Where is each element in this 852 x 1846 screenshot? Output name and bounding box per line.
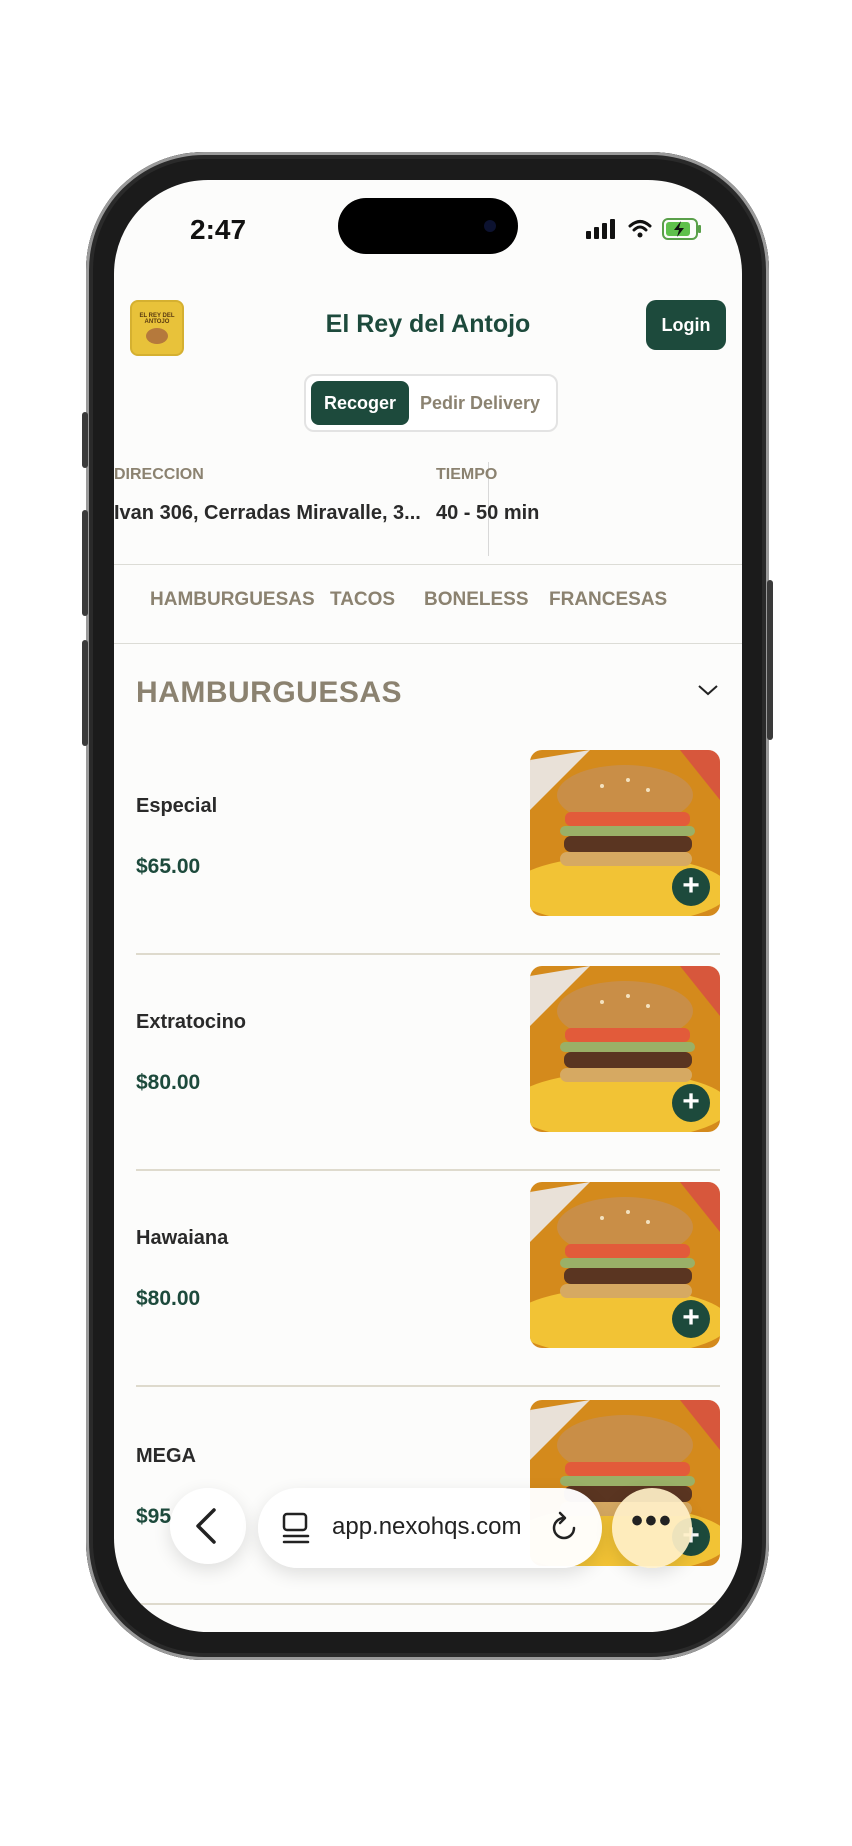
- power-button: [767, 580, 773, 740]
- category-tabs: HAMBURGUESAS TACOS BONELESS FRANCESAS: [114, 564, 742, 644]
- chevron-down-icon[interactable]: [696, 678, 720, 702]
- mode-option-delivery[interactable]: Pedir Delivery: [410, 381, 550, 425]
- address-value[interactable]: Ivan 306, Cerradas Miravalle, 3...: [114, 502, 421, 525]
- item-price: $65.00: [136, 855, 201, 878]
- wifi-icon: [628, 220, 652, 238]
- tab-boneless[interactable]: BONELESS: [424, 589, 529, 611]
- app-header: EL REY DEL ANTOJO El Rey del Antojo Logi…: [114, 300, 742, 360]
- item-name: MEGA: [136, 1445, 196, 1467]
- status-time: 2:47: [190, 214, 247, 245]
- item-divider: [136, 1385, 720, 1387]
- item-price: $80.00: [136, 1071, 201, 1094]
- item-name: Hawaiana: [136, 1227, 229, 1249]
- battery-icon: [662, 218, 701, 240]
- url-text: app.nexohqs.com: [332, 1513, 522, 1540]
- tab-tacos[interactable]: TACOS: [330, 589, 395, 611]
- menu-item[interactable]: Especial $65.00 +: [136, 750, 720, 965]
- item-divider: [136, 1603, 720, 1605]
- add-to-cart-button[interactable]: +: [672, 868, 710, 906]
- browser-address-bar[interactable]: app.nexohqs.com: [258, 1488, 602, 1568]
- signal-icon: [586, 219, 615, 239]
- volume-down-button: [82, 640, 88, 746]
- tab-overview-icon[interactable]: [278, 1510, 314, 1546]
- item-price: $95: [136, 1505, 172, 1528]
- item-name: Especial: [136, 795, 218, 817]
- order-mode-toggle: Recoger Pedir Delivery: [304, 374, 558, 432]
- time-label: TIEMPO: [436, 466, 498, 483]
- address-label: DIRECCION: [114, 466, 204, 483]
- chevron-left-icon: [196, 1508, 216, 1544]
- browser-back-button[interactable]: [170, 1488, 246, 1564]
- menu-item[interactable]: Hawaiana $80.00 +: [136, 1182, 720, 1397]
- dynamic-island: [338, 198, 518, 254]
- item-photo[interactable]: +: [530, 966, 720, 1132]
- item-photo[interactable]: +: [530, 750, 720, 916]
- order-info: DIRECCION Ivan 306, Cerradas Miravalle, …: [114, 450, 742, 556]
- browser-more-button[interactable]: •••: [612, 1488, 692, 1568]
- tab-francesas[interactable]: FRANCESAS: [549, 589, 667, 611]
- status-icons: [586, 218, 702, 240]
- add-to-cart-button[interactable]: +: [672, 1084, 710, 1122]
- reload-icon[interactable]: [546, 1510, 582, 1546]
- menu-item[interactable]: Extratocino $80.00 +: [136, 966, 720, 1181]
- mode-option-pickup[interactable]: Recoger: [311, 381, 409, 425]
- screen: 2:47 EL REY DEL ANTOJO El Rey del Antojo…: [114, 180, 742, 1632]
- volume-up-button: [82, 510, 88, 616]
- camera: [484, 220, 496, 232]
- time-value: 40 - 50 min: [436, 502, 540, 524]
- item-photo[interactable]: +: [530, 1182, 720, 1348]
- tab-hamburguesas[interactable]: HAMBURGUESAS: [150, 589, 315, 611]
- item-name: Extratocino: [136, 1011, 247, 1033]
- add-to-cart-button[interactable]: +: [672, 1300, 710, 1338]
- mute-switch: [82, 412, 88, 468]
- more-icon: •••: [631, 1502, 673, 1540]
- section-title: HAMBURGUESAS: [136, 676, 403, 709]
- login-button[interactable]: Login: [646, 300, 726, 350]
- item-price: $80.00: [136, 1287, 201, 1310]
- item-divider: [136, 953, 720, 955]
- item-divider: [136, 1169, 720, 1171]
